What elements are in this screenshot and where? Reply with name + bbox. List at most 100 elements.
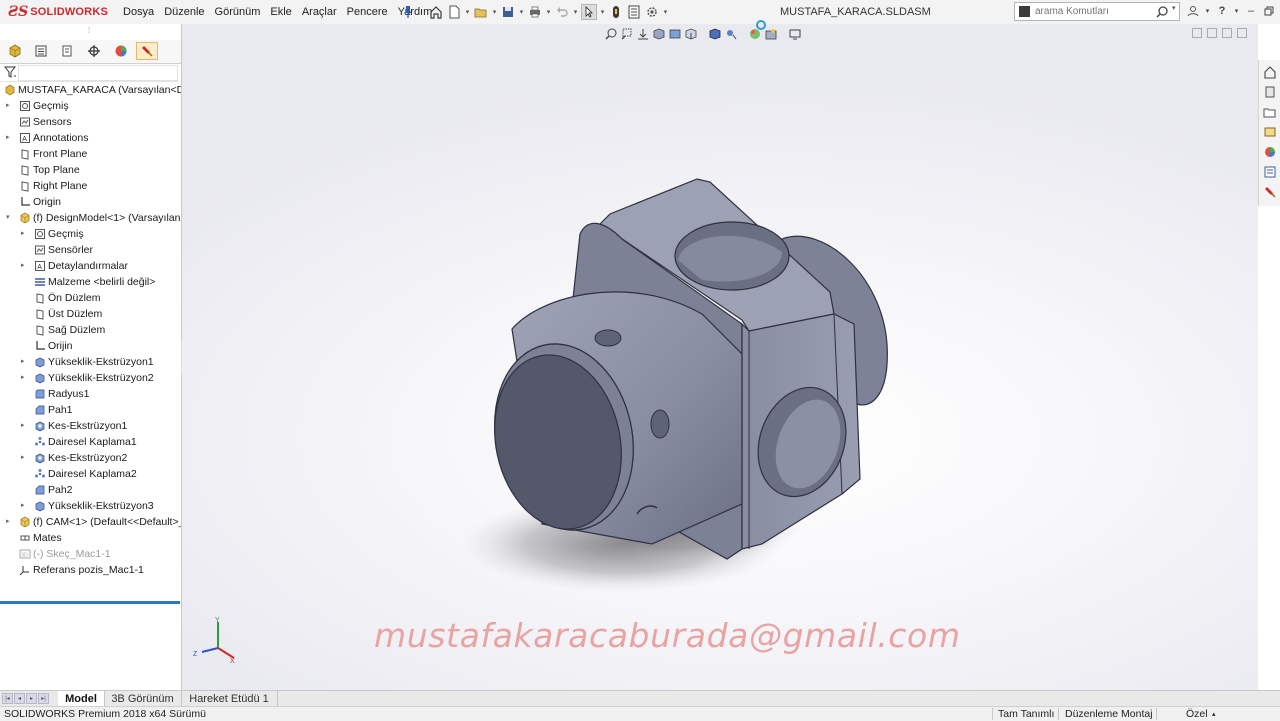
save-icon[interactable] xyxy=(500,4,516,20)
tree-item[interactable]: Origin xyxy=(0,194,181,210)
undo-icon[interactable] xyxy=(554,4,570,20)
appearances-icon[interactable] xyxy=(1262,144,1278,160)
rebuild-icon[interactable] xyxy=(608,4,624,20)
dynamic-annotation-icon[interactable] xyxy=(668,27,682,41)
apply-scene-icon[interactable] xyxy=(764,27,778,41)
3d-model[interactable] xyxy=(182,24,1258,690)
zoom-to-fit-icon[interactable] xyxy=(604,27,618,41)
open-folder-icon[interactable] xyxy=(473,4,489,20)
expand-arrow-icon[interactable]: ▸ xyxy=(21,230,27,238)
tree-item[interactable]: Radyus1 xyxy=(0,386,181,402)
bottom-tab-1[interactable]: 3B Görünüm xyxy=(104,691,182,707)
tab-dimxpert-manager[interactable] xyxy=(83,42,105,60)
options-gear-icon[interactable] xyxy=(644,4,660,20)
tree-item[interactable]: ▸ Yükseklik-Ekstrüzyon2 xyxy=(0,370,181,386)
command-search-box[interactable]: ▾ xyxy=(1014,2,1180,21)
tree-item[interactable]: Front Plane xyxy=(0,146,181,162)
tree-item[interactable]: ▸ Geçmiş xyxy=(0,226,181,242)
tree-item[interactable]: Dairesel Kaplama1 xyxy=(0,434,181,450)
bottom-tab-0[interactable]: Model xyxy=(58,691,105,707)
zoom-to-area-icon[interactable] xyxy=(620,27,634,41)
select-cursor-icon[interactable] xyxy=(581,4,597,20)
filter-input[interactable] xyxy=(18,65,178,81)
rollback-bar[interactable] xyxy=(0,601,180,604)
tree-item[interactable]: Pah2 xyxy=(0,482,181,498)
solidworks-logo[interactable]: ƧS SOLIDWORKS xyxy=(8,4,108,20)
view-settings-icon[interactable] xyxy=(788,27,802,41)
tab-property-manager[interactable] xyxy=(30,42,52,60)
menu-item-0[interactable]: Dosya xyxy=(118,6,159,18)
next-tab-icon[interactable]: ▸ xyxy=(26,693,37,704)
tree-item[interactable]: Sağ Düzlem xyxy=(0,322,181,338)
view-palette-icon[interactable] xyxy=(1262,124,1278,140)
tree-item[interactable]: ▸ A Detaylandırmalar xyxy=(0,258,181,274)
tab-feature-manager[interactable] xyxy=(4,42,26,60)
new-dropdown-icon[interactable]: ▾ xyxy=(464,4,471,20)
user-dropdown-icon[interactable]: ▾ xyxy=(1204,4,1211,18)
menu-item-3[interactable]: Ekle xyxy=(265,6,296,18)
units-dropdown-icon[interactable]: ▴ xyxy=(1212,710,1216,718)
tree-item[interactable]: Pah1 xyxy=(0,402,181,418)
reference-triad[interactable]: Y X Z xyxy=(190,616,242,664)
user-icon[interactable] xyxy=(1186,4,1200,18)
tab-display-manager[interactable] xyxy=(110,42,132,60)
menu-item-1[interactable]: Düzenle xyxy=(159,6,209,18)
filter-icon[interactable] xyxy=(3,66,18,81)
design-library-icon[interactable] xyxy=(1262,84,1278,100)
restore-icon[interactable] xyxy=(1262,4,1276,18)
tree-item[interactable]: ▸ Kes-Ekstrüzyon2 xyxy=(0,450,181,466)
tab-cam-manager[interactable] xyxy=(136,42,158,60)
tree-item[interactable]: Referans pozis_Mac1-1 xyxy=(0,562,181,578)
tree-item[interactable]: Right Plane xyxy=(0,178,181,194)
cam-tool-icon[interactable] xyxy=(1262,184,1278,200)
tree-item[interactable]: ▸ Yükseklik-Ekstrüzyon1 xyxy=(0,354,181,370)
custom-properties-icon[interactable] xyxy=(1262,164,1278,180)
solidworks-resources-icon[interactable] xyxy=(1262,64,1278,80)
section-view-icon[interactable] xyxy=(652,27,666,41)
menu-item-2[interactable]: Görünüm xyxy=(210,6,266,18)
tree-item[interactable]: Ön Düzlem xyxy=(0,290,181,306)
pin-menu-icon[interactable] xyxy=(402,5,414,19)
tree-item[interactable]: Sensörler xyxy=(0,242,181,258)
panel-grip-icon[interactable]: ⁞ xyxy=(88,26,90,35)
file-properties-icon[interactable] xyxy=(626,4,642,20)
tree-item[interactable]: Dairesel Kaplama2 xyxy=(0,466,181,482)
options-dropdown-icon[interactable]: ▾ xyxy=(662,4,669,20)
tree-item[interactable]: ▸ A Annotations xyxy=(0,130,181,146)
display-style-icon[interactable] xyxy=(708,27,722,41)
bottom-tab-2[interactable]: Hareket Etüdü 1 xyxy=(181,691,278,707)
prev-tab-icon[interactable]: ◂ xyxy=(14,693,25,704)
status-units[interactable]: Özel xyxy=(1186,708,1208,720)
viewport-close-icon[interactable] xyxy=(1237,28,1247,38)
last-tab-icon[interactable]: ▸| xyxy=(38,693,49,704)
tree-item[interactable]: ▸ Geçmiş xyxy=(0,98,181,114)
tree-item[interactable]: Mates xyxy=(0,530,181,546)
file-explorer-icon[interactable] xyxy=(1262,104,1278,120)
expand-arrow-icon[interactable]: ▸ xyxy=(21,358,27,366)
expand-arrow-icon[interactable]: ▸ xyxy=(21,502,27,510)
viewport-minimize-icon[interactable] xyxy=(1207,28,1217,38)
expand-arrow-icon[interactable]: ▸ xyxy=(21,454,27,462)
search-icon[interactable] xyxy=(1155,5,1169,19)
expand-arrow-icon[interactable]: ▸ xyxy=(6,134,12,142)
help-dropdown-icon[interactable]: ▾ xyxy=(1233,4,1240,18)
print-dropdown-icon[interactable]: ▾ xyxy=(545,4,552,20)
tree-item[interactable]: 3D (-) Skeç_Mac1-1 xyxy=(0,546,181,562)
tree-item[interactable]: Üst Düzlem xyxy=(0,306,181,322)
expand-arrow-icon[interactable]: ▸ xyxy=(21,262,27,270)
help-icon[interactable]: ? xyxy=(1215,4,1229,18)
save-dropdown-icon[interactable]: ▾ xyxy=(518,4,525,20)
viewport-tile-icon[interactable] xyxy=(1192,28,1202,38)
viewport-restore-icon[interactable] xyxy=(1222,28,1232,38)
tree-item[interactable]: Orijin xyxy=(0,338,181,354)
tree-item[interactable]: Malzeme <belirli değil> xyxy=(0,274,181,290)
select-dropdown-icon[interactable]: ▾ xyxy=(599,4,606,20)
hide-show-items-icon[interactable] xyxy=(724,27,738,41)
expand-arrow-icon[interactable]: ▸ xyxy=(21,374,27,382)
minimize-icon[interactable]: – xyxy=(1244,4,1258,18)
collapse-arrow-icon[interactable]: ▾ xyxy=(6,214,12,222)
first-tab-icon[interactable]: |◂ xyxy=(2,693,13,704)
view-orientation-icon[interactable] xyxy=(684,27,698,41)
tree-item[interactable]: ▸ Yükseklik-Ekstrüzyon3 xyxy=(0,498,181,514)
tree-item[interactable]: ▸ Kes-Ekstrüzyon1 xyxy=(0,418,181,434)
